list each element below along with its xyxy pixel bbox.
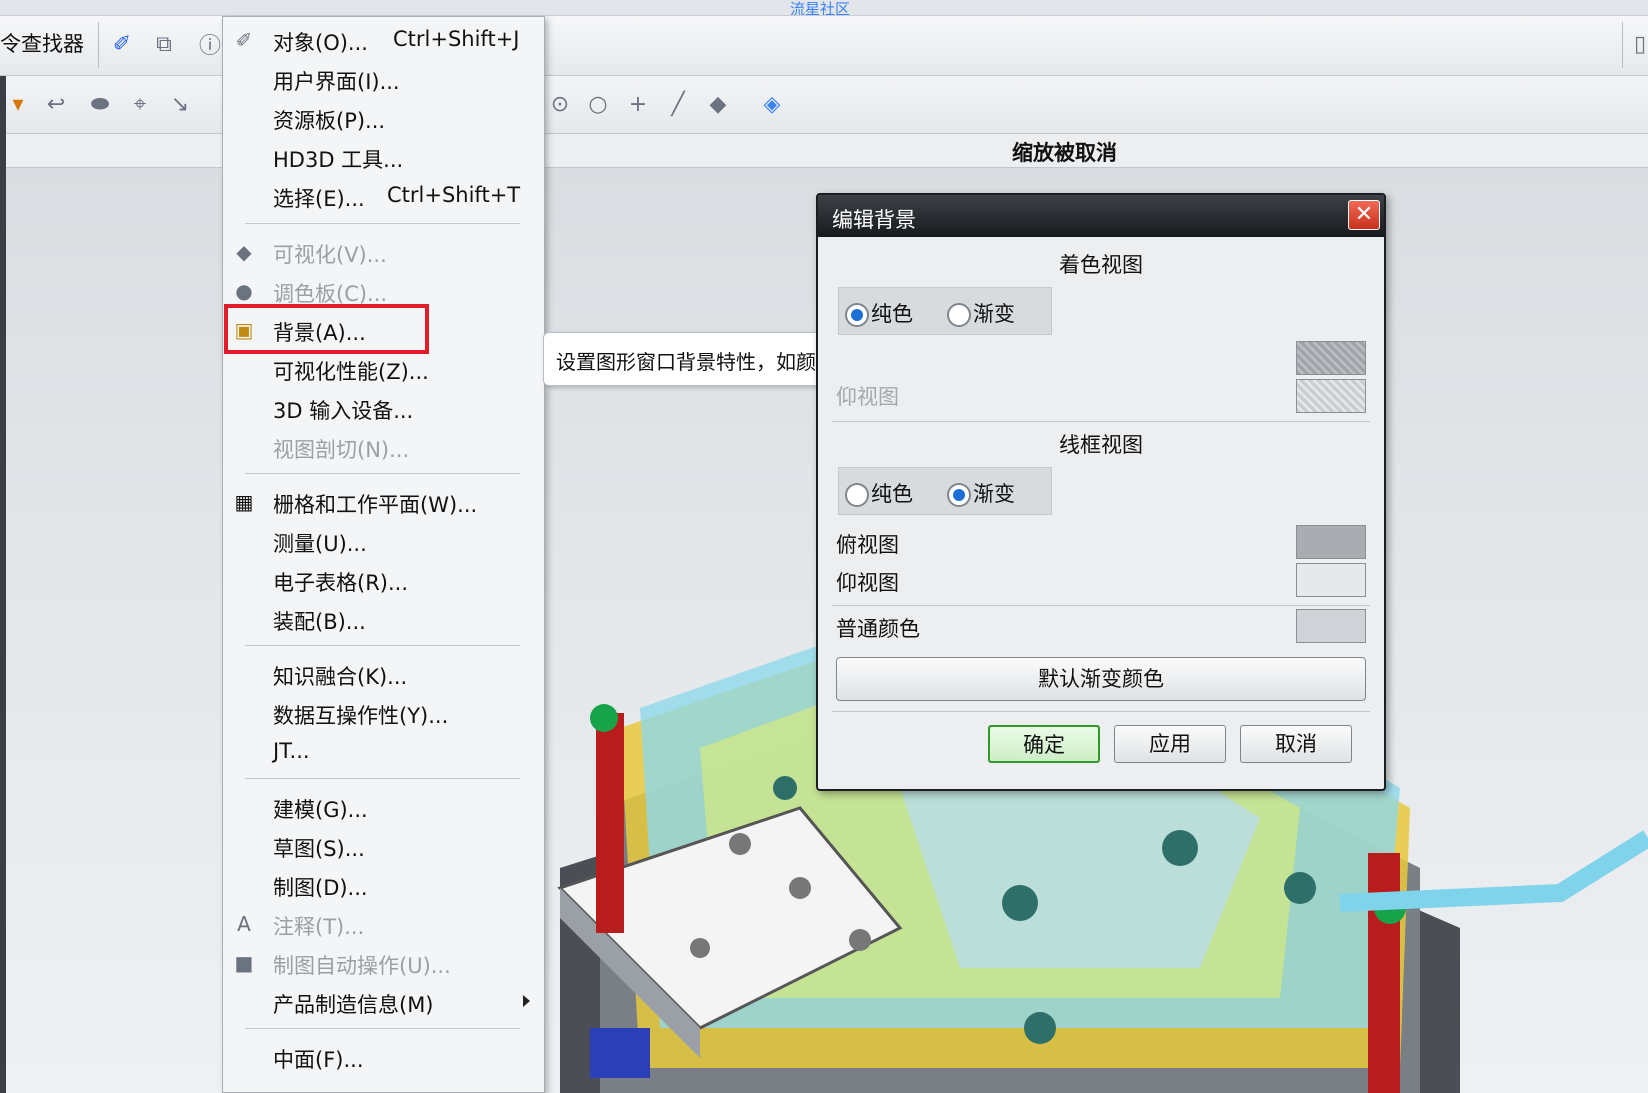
menu-separator [245,778,520,779]
shaded-gradient-radio[interactable]: 渐变 [947,298,1015,327]
panel-icon[interactable]: ▯ [1626,30,1648,58]
edit-background-dialog: 编辑背景 ✕ 着色视图 纯色 渐变 仰视图 线框视图 纯色 渐变 俯视图 仰视图… [816,193,1386,791]
radio-selected-icon [845,303,869,327]
wireframe-solid-radio[interactable]: 纯色 [845,478,913,507]
menu-separator [245,1028,520,1029]
line-icon[interactable]: ╱ [664,90,692,118]
menu-item-hd3d-tools[interactable]: HD3D 工具... [223,138,544,176]
menu-item-user-interface[interactable]: 用户界面(I)... [223,60,544,98]
visualize-icon: ◆ [236,240,252,264]
menu-item-sketch[interactable]: 草图(S)... [223,827,544,865]
radio-unselected-icon [947,303,971,327]
window-edge [0,76,6,1093]
apply-button[interactable]: 应用 [1114,725,1226,763]
shaded-bottom-label: 仰视图 [836,385,899,409]
wireframe-top-color-button[interactable] [1296,525,1366,559]
wireframe-top-label: 俯视图 [836,533,899,557]
plain-color-button[interactable] [1296,609,1366,643]
shape-icon[interactable]: ⬬ [86,90,114,118]
command-finder-label[interactable]: 令查找器 [0,28,84,58]
menu-separator [245,223,520,224]
menu-bar: 流星社区 [0,0,1648,16]
window-icon[interactable]: ⧉ [150,30,178,58]
shaded-top-color-swatch [1296,341,1366,375]
wireframe-view-heading: 线框视图 [1059,433,1143,457]
cube-icon[interactable]: ◈ [758,90,786,118]
menu-item-object[interactable]: ✐ 对象(O)... Ctrl+Shift+J [223,21,544,59]
watermark: 流星社区 [790,0,851,16]
menu-item-measure[interactable]: 测量(U)... [223,522,544,560]
dialog-separator [832,421,1370,422]
object-icon: ✐ [235,28,253,52]
menu-item-pmi[interactable]: 产品制造信息(M) [223,983,544,1021]
cancel-button[interactable]: 取消 [1240,725,1352,763]
annotation-icon: A [237,912,251,936]
menu-item-resource-bar[interactable]: 资源板(P)... [223,99,544,137]
solid-icon[interactable]: ◆ [704,90,732,118]
undo-icon[interactable]: ↩ [42,90,70,118]
shaded-bottom-color-swatch [1296,379,1366,413]
toolbar-divider [1622,22,1623,68]
menu-item-assembly[interactable]: 装配(B)... [223,600,544,638]
menu-item-spreadsheet[interactable]: 电子表格(R)... [223,561,544,599]
dialog-title-bar[interactable]: 编辑背景 ✕ [818,195,1384,237]
dialog-separator [832,711,1370,712]
menu-item-3d-input-devices[interactable]: 3D 输入设备... [223,389,544,427]
wireframe-bottom-color-button[interactable] [1296,563,1366,597]
menu-item-modeling[interactable]: 建模(G)... [223,788,544,826]
point-icon[interactable]: ⌖ [126,90,154,118]
radio-unselected-icon [845,483,869,507]
edge-icon[interactable]: ↘ [166,90,194,118]
new-icon[interactable]: ▾ [4,90,32,118]
close-icon[interactable]: ✕ [1348,200,1380,230]
plus-icon[interactable]: + [624,90,652,118]
wireframe-radio-group: 纯色 渐变 [838,467,1052,515]
menu-item-selection[interactable]: 选择(E)... Ctrl+Shift+T [223,177,544,215]
menu-item-visualization: ◆ 可视化(V)... [223,233,544,271]
info-icon[interactable]: ⓘ [196,30,224,59]
wireframe-gradient-radio[interactable]: 渐变 [947,478,1015,507]
grid-icon: ▦ [234,490,254,514]
menu-separator [245,473,520,474]
snap-icon[interactable]: ✐ [108,30,136,58]
zoom-status: 缩放被取消 [1012,141,1117,165]
menu-item-view-section: 视图剖切(N)... [273,438,410,462]
highlight-box [224,304,429,354]
shaded-radio-group: 纯色 渐变 [838,287,1052,335]
default-gradient-button[interactable]: 默认渐变颜色 [836,657,1366,701]
menu-item-mid-surface[interactable]: 中面(F)... [223,1038,544,1076]
shaded-solid-radio[interactable]: 纯色 [845,298,913,327]
menu-separator [245,645,520,646]
palette-icon: ● [235,279,253,303]
wireframe-bottom-label: 仰视图 [836,571,899,595]
drafting-automation-icon: ■ [234,951,254,975]
dialog-title: 编辑背景 [832,208,916,232]
circle-point-icon[interactable]: ⊙ [546,90,574,118]
menu-item-jt[interactable]: JT... [223,733,544,771]
radio-selected-icon [947,483,971,507]
menu-item-drafting[interactable]: 制图(D)... [223,866,544,904]
menu-item-drafting-automation: ■ 制图自动操作(U)... [223,944,544,982]
circle-icon[interactable]: ○ [584,90,612,118]
dialog-separator [832,605,1370,606]
plain-color-label: 普通颜色 [836,617,920,641]
submenu-arrow-icon [523,995,530,1007]
shaded-view-heading: 着色视图 [1059,253,1143,277]
toolbar-divider [98,22,99,68]
ok-button[interactable]: 确定 [988,725,1100,763]
menu-item-grid-work-plane[interactable]: ▦ 栅格和工作平面(W)... [223,483,544,521]
menu-item-annotation: A 注释(T)... [223,905,544,943]
menu-item-visualization-performance[interactable]: 可视化性能(Z)... [223,350,544,388]
menu-item-data-interoperability[interactable]: 数据互操作性(Y)... [223,694,544,732]
menu-item-knowledge-fusion[interactable]: 知识融合(K)... [223,655,544,693]
preferences-menu: ✐ 对象(O)... Ctrl+Shift+J 用户界面(I)... 资源板(P… [222,16,545,1093]
